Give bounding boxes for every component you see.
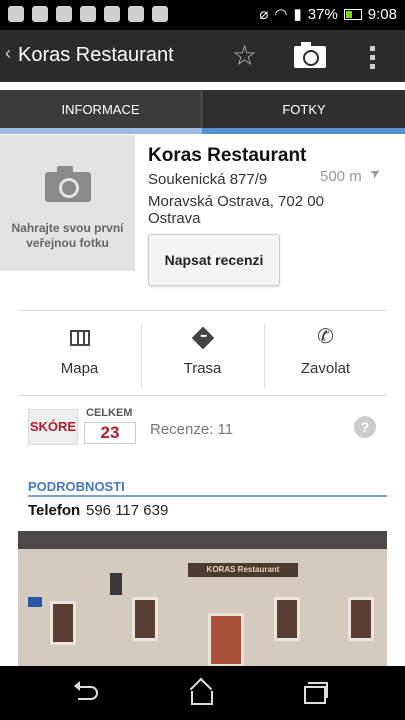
photo-window — [274, 597, 300, 641]
address-line-3: Ostrava — [148, 210, 201, 227]
tab-informace[interactable]: INFORMACE — [0, 90, 202, 130]
star-icon[interactable]: ☆ — [232, 39, 257, 72]
back-chevron-icon[interactable]: ‹ — [5, 43, 11, 64]
details-heading: PODROBNOSTI — [28, 479, 125, 494]
cat-icon — [104, 6, 120, 22]
signal-icon: ▮ — [293, 6, 302, 23]
status-bar: ⌀ ◠ ▮ 37% 9:08 — [0, 0, 405, 30]
play-store-icon — [152, 6, 168, 22]
photo-door — [208, 613, 244, 667]
photo-street-plate — [28, 597, 42, 607]
recent-apps-icon[interactable] — [298, 680, 338, 706]
phone-number[interactable]: 596 117 639 — [86, 502, 168, 519]
tab-fotky[interactable]: FOTKY — [203, 90, 405, 130]
clock: 9:08 — [367, 5, 397, 23]
call-label: Zavolat — [300, 360, 351, 377]
notification-icons — [8, 6, 168, 22]
battery-percent: 37% — [307, 5, 338, 23]
overflow-menu-icon[interactable] — [370, 46, 376, 73]
street-view-photo[interactable]: KORAS Restaurant — [18, 531, 387, 667]
call-button[interactable]: ✆ Zavolat — [264, 322, 387, 390]
photo-window — [50, 601, 76, 645]
back-icon[interactable] — [70, 680, 110, 706]
battery-icon — [343, 8, 362, 20]
tab-indicator — [0, 128, 405, 134]
upload-photo-tile[interactable]: Nahrajte svou první veřejnou fotku — [0, 135, 135, 271]
divider — [18, 395, 387, 396]
page-title[interactable]: Koras Restaurant — [18, 44, 174, 67]
place-name: Koras Restaurant — [148, 145, 307, 166]
phone-label: Telefon — [28, 502, 81, 519]
system-indicators: ⌀ ◠ ▮ 37% 9:08 — [259, 5, 397, 24]
tab-bar: INFORMACE FOTKY — [0, 90, 405, 130]
system-nav-bar — [0, 666, 405, 720]
photo-window — [348, 597, 374, 641]
image-icon — [80, 6, 96, 22]
photo-sky — [18, 531, 387, 551]
photo-sign: KORAS Restaurant — [188, 563, 298, 577]
total-score: 23 — [84, 422, 136, 444]
address-line-2: Moravská Ostrava, 702 00 — [148, 193, 324, 210]
review-count[interactable]: Recenze: 11 — [150, 421, 233, 438]
directions-label: Trasa — [183, 360, 222, 377]
phone-icon: ✆ — [317, 326, 334, 348]
camera-icon[interactable] — [294, 42, 326, 68]
score-badge: SKÓRE — [28, 409, 78, 445]
map-icon — [69, 329, 90, 346]
usb-icon — [8, 6, 24, 22]
distance: 500 m — [320, 168, 362, 185]
upload-photo-text: Nahrajte svou první veřejnou fotku — [11, 221, 124, 250]
photo-window — [132, 597, 158, 641]
navigation-arrow-icon: ➤ — [366, 163, 384, 182]
details-underline — [28, 495, 387, 497]
camera-icon — [45, 166, 91, 202]
action-row: Mapa Trasa ✆ Zavolat — [18, 322, 387, 390]
address-line-1: Soukenická 877/9 — [148, 171, 268, 188]
bug-icon — [32, 6, 48, 22]
sd-card-icon — [128, 6, 144, 22]
mute-icon: ⌀ — [259, 6, 269, 23]
directions-icon — [191, 326, 214, 350]
android-icon — [56, 6, 72, 22]
write-review-button[interactable]: Napsat recenzi — [148, 234, 280, 286]
map-button[interactable]: Mapa — [18, 322, 141, 390]
help-icon[interactable]: ? — [354, 416, 376, 438]
map-label: Mapa — [60, 360, 99, 377]
action-bar: ‹ Koras Restaurant ☆ — [0, 30, 405, 82]
home-icon[interactable] — [182, 680, 222, 706]
directions-button[interactable]: Trasa — [141, 322, 264, 390]
wifi-icon: ◠ — [274, 6, 288, 23]
total-label: CELKEM — [86, 407, 133, 419]
divider — [18, 310, 387, 311]
photo-lamp — [110, 573, 122, 595]
